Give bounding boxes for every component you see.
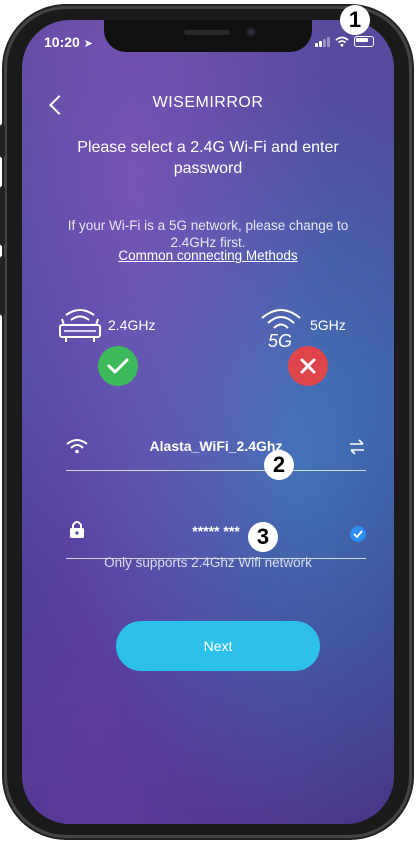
callout-badge-3: 3 — [248, 522, 278, 552]
wifi-password-value: ***** *** — [192, 523, 240, 539]
band-2-4ghz-label: 2.4GHz — [108, 317, 156, 333]
router-icon — [59, 309, 101, 342]
phone-frame: 10:20 ➤ WISEMIRROR Please select a 2.4G … — [0, 6, 412, 838]
status-icons — [315, 36, 374, 47]
next-button[interactable]: Next — [116, 621, 320, 671]
callout-badge-1: 1 — [340, 5, 370, 35]
mute-switch — [0, 124, 5, 158]
switch-network-icon[interactable] — [348, 439, 366, 455]
show-password-check-icon[interactable] — [350, 526, 366, 542]
cellular-signal-icon — [315, 37, 330, 47]
volume-down-button — [0, 256, 5, 316]
svg-text:5G: 5G — [268, 331, 292, 350]
location-arrow-icon: ➤ — [83, 38, 93, 50]
wifi-ssid-field[interactable]: Alasta_WiFi_2.4Ghz — [66, 436, 366, 472]
band-5ghz-label: 5GHz — [310, 317, 346, 333]
status-time: 10:20 ➤ — [44, 34, 93, 50]
band-hint-text: Only supports 2.4Ghz Wifi network — [104, 555, 312, 570]
front-camera — [246, 27, 256, 37]
instruction-info: If your Wi-Fi is a 5G network, please ch… — [67, 218, 349, 250]
app-screen: 10:20 ➤ WISEMIRROR Please select a 2.4G … — [22, 20, 394, 824]
common-methods-link[interactable]: Common connecting Methods — [22, 248, 394, 263]
volume-up-button — [0, 186, 5, 246]
instruction-heading: Please select a 2.4G Wi-Fi and enter pas… — [77, 139, 339, 177]
wifi-status-icon — [335, 36, 349, 47]
unsupported-x-icon — [288, 346, 328, 386]
ssid-underline — [66, 470, 366, 471]
supported-check-icon — [98, 346, 138, 386]
callout-badge-2: 2 — [264, 450, 294, 480]
time-text: 10:20 — [44, 34, 80, 50]
battery-icon — [354, 36, 374, 47]
speaker-grille — [184, 30, 230, 35]
notch — [104, 20, 312, 52]
wifi-5g-icon: 5G — [261, 309, 301, 350]
page-title: WISEMIRROR — [152, 94, 264, 111]
band-5ghz: 5G 5GHz — [258, 300, 346, 350]
band-2-4ghz: 2.4GHz — [56, 305, 155, 345]
wifi-ssid-value: Alasta_WiFi_2.4Ghz — [149, 438, 283, 454]
wifi-password-field[interactable]: ***** *** — [66, 518, 366, 560]
